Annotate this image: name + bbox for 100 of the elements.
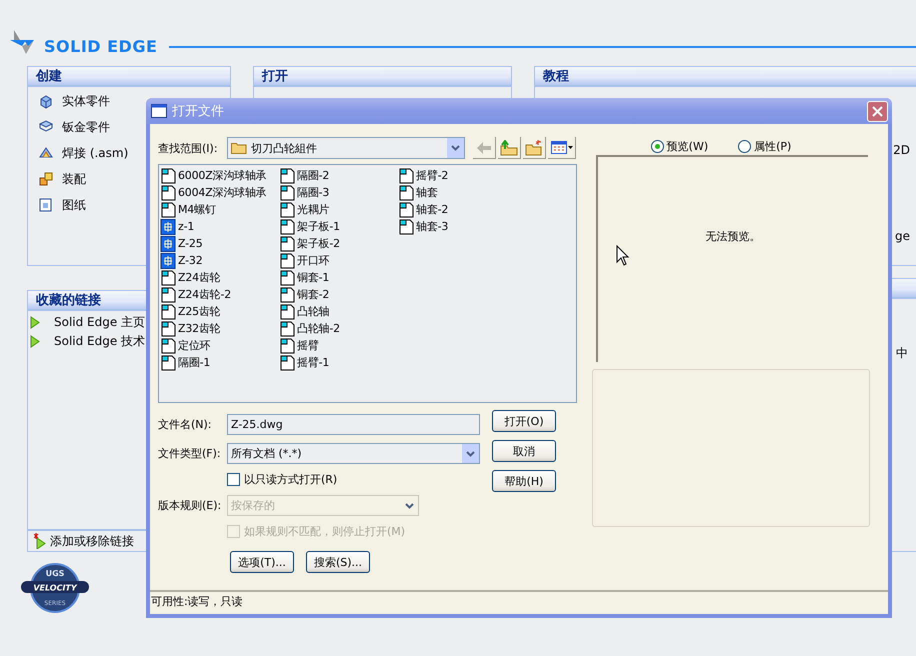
part-file-icon (279, 168, 296, 184)
new-folder-button[interactable] (523, 137, 546, 159)
view-radio[interactable]: 预览(W) (650, 138, 708, 154)
view-grid-icon (550, 141, 566, 154)
up-folder-button[interactable] (498, 137, 521, 159)
up-folder-icon (500, 140, 518, 156)
part-file-icon (160, 304, 177, 320)
file-name[interactable]: 凸轮轴 (297, 304, 330, 319)
file-name[interactable]: 轴套-3 (416, 219, 448, 234)
dialog-button[interactable]: 取消 (492, 440, 556, 462)
part-file-icon (398, 168, 415, 184)
drawing-file-icon (160, 218, 177, 234)
file-name[interactable]: z-1 (178, 220, 194, 233)
file-name[interactable]: 铜套-1 (297, 270, 330, 285)
tutorial-link[interactable]: 2D (893, 143, 910, 157)
view-radio[interactable]: 属性(P) (738, 138, 792, 154)
look-in-dropdown[interactable]: 切刀凸轮組件 (227, 137, 465, 159)
file-name[interactable]: 轴套-2 (416, 202, 448, 217)
caret-icon (568, 146, 572, 149)
part-file-icon (160, 168, 177, 184)
file-name[interactable]: 轴套 (416, 185, 438, 200)
file-name[interactable]: 开口环 (297, 253, 330, 268)
part-file-icon (279, 320, 296, 336)
part-file-icon (279, 184, 296, 200)
part-file-icon (160, 184, 177, 200)
preview-message: 无法预览。 (706, 229, 760, 245)
read-only-checkbox[interactable] (227, 472, 240, 486)
part-file-icon (279, 304, 296, 320)
part-file-icon (279, 270, 296, 286)
file-name[interactable]: 隔圈-3 (297, 185, 330, 200)
part-file-icon (160, 286, 177, 302)
create-link[interactable]: 钣金零件 (62, 118, 110, 136)
file-name[interactable]: 摇臂-2 (416, 168, 448, 183)
file-name[interactable]: 铜套-2 (297, 287, 330, 302)
panel-title: 创建 (28, 67, 230, 87)
file-name[interactable]: M4螺钉 (178, 202, 216, 217)
dialog-button[interactable]: 搜索(S)... (306, 551, 370, 573)
part-file-icon (279, 286, 296, 302)
back-arrow-icon (476, 140, 492, 154)
file-name[interactable]: 架子板-2 (297, 236, 340, 251)
part-file-icon (398, 218, 415, 234)
assembly-icon (38, 171, 54, 187)
file-name[interactable]: Z-32 (178, 254, 203, 267)
dialog-button[interactable]: 打开(O) (492, 410, 556, 432)
part-file-icon (279, 354, 296, 370)
create-link[interactable]: 焊接 (.asm) (62, 144, 128, 162)
folder-icon (231, 142, 247, 154)
field-label: 文件类型(F): (158, 446, 222, 461)
file-name[interactable]: Z-25 (178, 237, 203, 250)
add-remove-links-link[interactable]: 添加或移除链接 (50, 532, 134, 550)
drawing-sheet-icon (38, 197, 54, 213)
triangle-icon (30, 335, 40, 348)
file-name[interactable]: 隔圈-1 (178, 355, 210, 370)
file-type-dropdown[interactable]: 所有文档 (*.*) (227, 443, 480, 464)
dialog-button[interactable]: 选项(T)... (230, 551, 294, 573)
tutorial-link[interactable]: ge (895, 229, 910, 243)
file-name[interactable]: 光耦片 (297, 202, 330, 217)
radio-dot-icon (654, 144, 660, 148)
file-name[interactable]: Z24齿轮 (178, 270, 221, 285)
add-link-icon (34, 533, 46, 549)
file-name[interactable]: 隔圈-2 (297, 168, 330, 183)
mouse-pointer-icon (616, 245, 629, 266)
close-icon (872, 106, 883, 116)
status-text: 可用性:读写，只读 (151, 594, 243, 609)
file-name[interactable]: 6004Z深沟球轴承 (178, 185, 267, 200)
create-link[interactable]: 图纸 (62, 196, 86, 214)
file-name[interactable]: 凸轮轴-2 (297, 321, 340, 336)
app-logo: SOLID EDGE (44, 37, 158, 56)
close-button[interactable] (867, 100, 888, 122)
file-name[interactable]: Z32齿轮 (178, 321, 221, 336)
file-name[interactable]: 摇臂 (297, 338, 319, 353)
favorite-link[interactable]: Solid Edge 技术 (54, 333, 146, 350)
part-file-icon (160, 202, 177, 218)
favorite-link[interactable]: Solid Edge 主页 (54, 314, 146, 331)
part-file-icon (160, 320, 177, 336)
dialog-button[interactable]: 帮助(H) (492, 470, 556, 492)
panel-title: 打开 (254, 67, 511, 87)
drawing-file-icon (160, 236, 177, 252)
file-name[interactable]: 定位环 (178, 338, 210, 353)
field-label: 文件名(N): (158, 417, 213, 432)
field-label: 版本规则(E): (158, 498, 222, 513)
dialog-title: 打开文件 (172, 103, 225, 120)
file-name[interactable]: 6000Z深沟球轴承 (178, 168, 267, 183)
part-file-icon (279, 218, 296, 234)
file-name-field[interactable]: Z-25.dwg (227, 414, 480, 435)
part-file-icon (279, 252, 296, 268)
file-name[interactable]: 架子板-1 (297, 219, 340, 234)
solid-part-icon (38, 93, 54, 109)
create-link[interactable]: 实体零件 (62, 92, 110, 110)
drawing-file-icon (160, 252, 177, 268)
create-link[interactable]: 装配 (62, 170, 86, 188)
part-file-icon (398, 184, 415, 200)
part-file-icon (398, 202, 415, 218)
new-folder-icon (525, 140, 543, 156)
side-link[interactable]: 中 (896, 345, 908, 362)
part-file-icon (160, 270, 177, 286)
triangle-icon (30, 316, 40, 329)
checkbox-label: 如果规则不匹配，则停止打开(M) (244, 524, 406, 538)
file-name[interactable]: 摇臂-1 (297, 355, 330, 370)
view-menu-button[interactable] (548, 137, 576, 159)
